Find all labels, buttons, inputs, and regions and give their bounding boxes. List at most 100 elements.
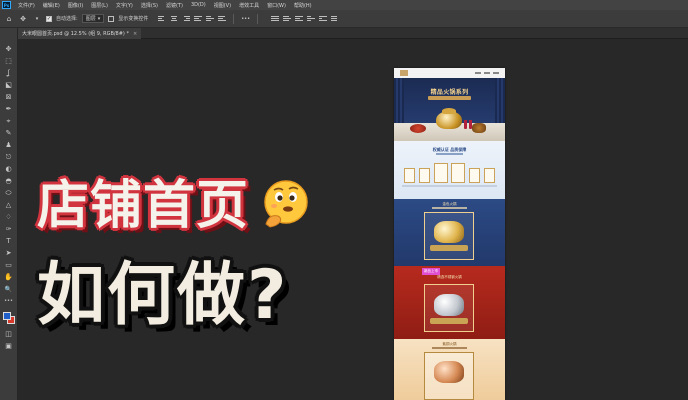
menu-image[interactable]: 图像(I): [64, 2, 87, 9]
distribute-vcenter-icon[interactable]: [283, 15, 292, 23]
menu-bar: Ps 文件(F) 编辑(E) 图像(I) 图层(L) 文字(Y) 选择(S) 滤…: [0, 0, 688, 10]
gradient-tool-icon[interactable]: ◓: [3, 176, 15, 187]
menu-select[interactable]: 选择(S): [137, 2, 162, 9]
align-center-icon[interactable]: [170, 15, 178, 23]
food-dish-left: [410, 124, 426, 133]
design-nav-links: [475, 72, 499, 74]
hotpot-lid: [442, 108, 456, 114]
section-title: 精选不锈钢火锅: [437, 275, 462, 279]
align-bottom-icon[interactable]: [218, 15, 227, 23]
certificate-row: [404, 163, 495, 183]
menu-window[interactable]: 窗口(W): [263, 2, 290, 9]
distribute-left-icon[interactable]: [307, 15, 316, 23]
hand-tool-icon[interactable]: ✋: [3, 272, 15, 283]
foreground-color-swatch[interactable]: [2, 312, 11, 320]
zoom-tool-icon[interactable]: 🔍: [3, 284, 15, 295]
brush-tool-icon[interactable]: ✎: [3, 128, 15, 139]
menu-edit[interactable]: 编辑(E): [39, 2, 64, 9]
document-tab-bar: 大米眼圆首页.psd @ 12.5% (组 9, RGB/8#) * ×: [18, 28, 688, 39]
align-buttons: [158, 15, 227, 23]
clone-stamp-tool-icon[interactable]: ♟: [3, 140, 15, 151]
section-title-underline: [432, 207, 467, 209]
history-brush-tool-icon[interactable]: ⎋: [3, 152, 15, 163]
pen-tool-icon[interactable]: ✑: [3, 224, 15, 235]
design-product-section-gold: 金色火锅: [394, 199, 505, 266]
menu-file[interactable]: 文件(F): [14, 2, 39, 9]
more-options-button[interactable]: •••: [241, 16, 250, 22]
auto-select-checkbox[interactable]: ✓: [46, 15, 52, 22]
distribute-bottom-icon[interactable]: [295, 15, 304, 23]
food-dish-right: [472, 123, 486, 133]
distribute-right-icon[interactable]: [331, 15, 339, 23]
storefront-design-document[interactable]: 精品火锅系列 权威认证 品质保障 金色火锅 新品上市 精选不锈钢火锅 紫铜火锅: [394, 68, 505, 400]
menu-view[interactable]: 视图(V): [210, 2, 235, 9]
certificate: [404, 168, 415, 183]
product-base: [430, 245, 468, 251]
banner-subtitle-bar: [428, 96, 471, 100]
move-tool-icon[interactable]: ✥: [3, 44, 15, 55]
menu-plugins[interactable]: 增效工具: [235, 2, 263, 9]
certificate: [483, 168, 495, 183]
align-top-icon[interactable]: [194, 15, 203, 23]
menu-3d[interactable]: 3D(D): [187, 2, 210, 8]
product-base: [430, 318, 468, 324]
distribute-buttons: [271, 15, 339, 23]
edit-toolbar-icon[interactable]: •••: [3, 296, 15, 307]
home-icon[interactable]: ⌂: [4, 14, 14, 24]
document-tab-title: 大米眼圆首页.psd @ 12.5% (组 9, RGB/8#) *: [22, 31, 129, 37]
eraser-tool-icon[interactable]: ◐: [3, 164, 15, 175]
overlay-headline-line1: 店铺首页: [37, 176, 250, 236]
wine-glass: [464, 120, 467, 129]
lasso-tool-icon[interactable]: ʆ: [3, 68, 15, 79]
overlay-headline-line2: 如何做?: [37, 256, 289, 335]
dodge-tool-icon[interactable]: △: [3, 200, 15, 211]
screen-mode-icon[interactable]: ▣: [3, 341, 15, 352]
eyedropper-tool-icon[interactable]: ✒: [3, 104, 15, 115]
menu-type[interactable]: 文字(Y): [112, 2, 137, 9]
color-swatches[interactable]: [2, 311, 16, 325]
path-select-tool-icon[interactable]: ➤: [3, 248, 15, 259]
object-select-tool-icon[interactable]: ⬕: [3, 80, 15, 91]
product-hotpot-steel: [434, 294, 464, 316]
type-tool-icon[interactable]: T: [3, 236, 15, 247]
banner-title: 精品火锅系列: [430, 89, 469, 96]
wine-glass: [469, 120, 472, 129]
brand-logo: [400, 70, 408, 76]
new-tag-badge: 新品上市: [422, 268, 440, 275]
align-middle-icon[interactable]: [206, 15, 215, 23]
certificate: [418, 168, 430, 183]
auto-select-value: 图层: [85, 16, 96, 22]
chevron-down-icon[interactable]: ▾: [32, 14, 42, 24]
show-transform-label: 显示变换控件: [118, 16, 149, 22]
crop-tool-icon[interactable]: ⊠: [3, 92, 15, 103]
blur-tool-icon[interactable]: ⬭: [3, 188, 15, 199]
distribute-hcenter-icon[interactable]: [319, 15, 328, 23]
align-right-icon[interactable]: [182, 15, 191, 23]
healing-brush-tool-icon[interactable]: ⌖: [3, 116, 15, 127]
sharpen-tool-icon[interactable]: ♢: [3, 212, 15, 223]
options-bar: ⌂ ✥ ▾ ✓ 自动选择: 图层 ▾ 显示变换控件 •••: [0, 10, 688, 28]
certificate: [451, 163, 466, 183]
distribute-top-icon[interactable]: [271, 15, 280, 23]
certificate: [469, 168, 481, 183]
move-tool-preset-icon[interactable]: ✥: [18, 14, 28, 24]
separator: [233, 13, 235, 24]
menu-filter[interactable]: 滤镜(T): [162, 2, 187, 9]
marquee-tool-icon[interactable]: ⬚: [3, 56, 15, 67]
rectangle-tool-icon[interactable]: ▭: [3, 260, 15, 271]
menu-layer[interactable]: 图层(L): [87, 2, 112, 9]
design-product-section-copper: 紫铜火锅: [394, 339, 505, 400]
cert-section-subtitle-bar: [436, 153, 463, 155]
auto-select-dropdown[interactable]: 图层 ▾: [81, 14, 105, 23]
design-product-section-steel: 新品上市 精选不锈钢火锅: [394, 266, 505, 339]
section-title-underline: [432, 347, 467, 349]
document-tab[interactable]: 大米眼圆首页.psd @ 12.5% (组 9, RGB/8#) * ×: [18, 28, 142, 39]
menu-help[interactable]: 帮助(H): [290, 2, 316, 9]
align-left-icon[interactable]: [158, 15, 166, 23]
show-transform-checkbox[interactable]: [108, 15, 115, 22]
product-hotpot-copper: [434, 361, 464, 383]
cert-shelf: [402, 185, 497, 187]
photoshop-window: Ps 文件(F) 编辑(E) 图像(I) 图层(L) 文字(Y) 选择(S) 滤…: [0, 0, 688, 400]
quick-mask-icon[interactable]: ◫: [3, 329, 15, 340]
close-icon[interactable]: ×: [133, 31, 137, 37]
